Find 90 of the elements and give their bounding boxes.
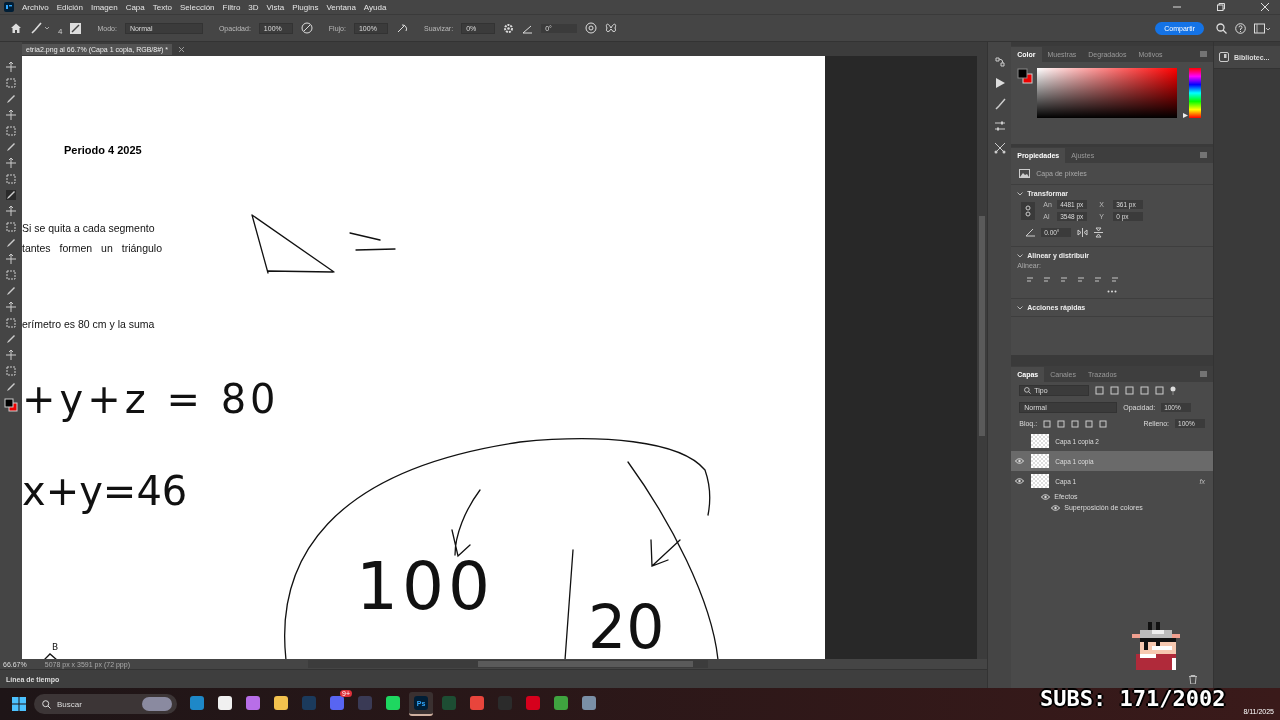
- document-text: erímetro es 80 cm y la suma: [22, 318, 156, 330]
- sliders-icon[interactable]: [993, 120, 1006, 132]
- menu-item[interactable]: Ventana: [326, 2, 356, 12]
- chevron-icon[interactable]: [1017, 305, 1024, 310]
- subscriber-counter: SUBS: 171/2002: [1040, 686, 1226, 711]
- butterfly-icon[interactable]: [605, 22, 618, 34]
- search-icon[interactable]: [1216, 22, 1227, 34]
- handwritten-text: +y+z = 80: [22, 376, 280, 422]
- handwritten-text: B: [52, 642, 59, 652]
- align-icon[interactable]: [1110, 275, 1120, 284]
- document-heading: Periodo 4 2025: [64, 144, 142, 156]
- chevron-icon[interactable]: [1017, 191, 1024, 196]
- arrow-drawing: [451, 489, 481, 557]
- help-icon[interactable]: [1235, 22, 1246, 34]
- handwritten-text: 100: [356, 548, 494, 625]
- close-icon[interactable]: [178, 45, 186, 53]
- tool-icon[interactable]: [6, 62, 16, 72]
- align-icon[interactable]: [1025, 275, 1035, 284]
- menu-item[interactable]: Vista: [266, 2, 285, 12]
- menu-item[interactable]: Plugins: [292, 2, 319, 12]
- eye-icon[interactable]: [1015, 478, 1025, 484]
- equals-sign-drawing: [349, 232, 396, 251]
- image-icon: [1019, 169, 1031, 178]
- menu-item[interactable]: Edición: [56, 2, 83, 12]
- target-icon[interactable]: [585, 22, 598, 34]
- scissors-icon[interactable]: [993, 142, 1006, 154]
- menu-item[interactable]: Imagen: [90, 2, 118, 12]
- more-icon[interactable]: [1107, 290, 1118, 293]
- toggle-icon[interactable]: [1170, 386, 1177, 395]
- handwritten-text: 20: [588, 592, 665, 659]
- color-swatches-icon[interactable]: [1017, 68, 1034, 84]
- library-icon[interactable]: [1219, 52, 1230, 62]
- search-field[interactable]: Buscar: [34, 694, 177, 714]
- app-logo[interactable]: [4, 2, 14, 12]
- menu-item[interactable]: Texto: [152, 2, 172, 12]
- link-icon[interactable]: [1021, 201, 1036, 220]
- play-icon[interactable]: [994, 78, 1005, 88]
- flip-vertical-icon[interactable]: [1094, 227, 1104, 238]
- horizontal-scrollbar[interactable]: [308, 660, 708, 668]
- home-icon[interactable]: [10, 22, 22, 34]
- brush-icon[interactable]: [30, 22, 50, 34]
- align-icon[interactable]: [1076, 275, 1086, 284]
- tool-icon[interactable]: [6, 158, 16, 168]
- search-icon: [1024, 387, 1032, 394]
- workspace-icon[interactable]: [1254, 22, 1270, 34]
- color-swatches-icon[interactable]: [4, 398, 18, 412]
- search-highlight-icon: [142, 697, 172, 711]
- pressure-icon[interactable]: [300, 22, 313, 34]
- handwritten-text: x+y=46: [22, 468, 188, 514]
- menu-item[interactable]: Archivo: [22, 2, 49, 12]
- history-icon[interactable]: [993, 56, 1006, 68]
- trash-icon[interactable]: [1189, 675, 1198, 684]
- layer-thumbnail: [1031, 474, 1050, 488]
- search-placeholder: Buscar: [57, 699, 82, 709]
- document-text: tantes formen un triángulo: [22, 242, 163, 254]
- flip-horizontal-icon[interactable]: [1077, 228, 1089, 237]
- tool-icon[interactable]: [6, 110, 16, 120]
- menu-item[interactable]: Capa: [125, 2, 145, 12]
- tool-icon[interactable]: [6, 302, 16, 312]
- menu-item[interactable]: Ayuda: [363, 2, 387, 12]
- layer-thumbnail: [1031, 434, 1050, 448]
- brush-size[interactable]: 4: [58, 20, 63, 36]
- search-icon: [42, 699, 51, 709]
- align-icon[interactable]: [1093, 275, 1103, 284]
- eye-icon[interactable]: [1041, 493, 1051, 500]
- tool-icon[interactable]: [6, 190, 16, 200]
- tool-icon[interactable]: [6, 350, 16, 360]
- slider-thumb-icon[interactable]: [1183, 113, 1189, 118]
- tool-icon[interactable]: [6, 206, 16, 216]
- settings-icon[interactable]: [503, 22, 515, 34]
- brush-panel-icon[interactable]: [70, 22, 82, 34]
- menu-item[interactable]: Filtro: [222, 2, 241, 12]
- chevron-icon[interactable]: [1017, 253, 1024, 258]
- align-icon[interactable]: [1059, 275, 1069, 284]
- start-icon[interactable]: [12, 697, 26, 711]
- document-text: Si se quita a cada segmento: [22, 222, 156, 234]
- arrow-drawing: [650, 539, 681, 567]
- menu-item[interactable]: Selección: [179, 2, 215, 12]
- color-picker-field[interactable]: [1037, 68, 1178, 118]
- align-icon[interactable]: [1042, 275, 1052, 284]
- angle-icon: [1025, 228, 1036, 237]
- restore-icon[interactable]: [1216, 2, 1226, 12]
- menu-item[interactable]: 3D: [248, 2, 259, 12]
- tool-icon[interactable]: [6, 254, 16, 264]
- eye-icon[interactable]: [1015, 458, 1025, 464]
- eye-icon[interactable]: [1051, 504, 1061, 511]
- vertical-scrollbar[interactable]: [977, 56, 988, 659]
- layer-thumbnail: [1031, 454, 1050, 468]
- airbrush-icon[interactable]: [395, 22, 408, 34]
- brush-icon[interactable]: [993, 98, 1006, 110]
